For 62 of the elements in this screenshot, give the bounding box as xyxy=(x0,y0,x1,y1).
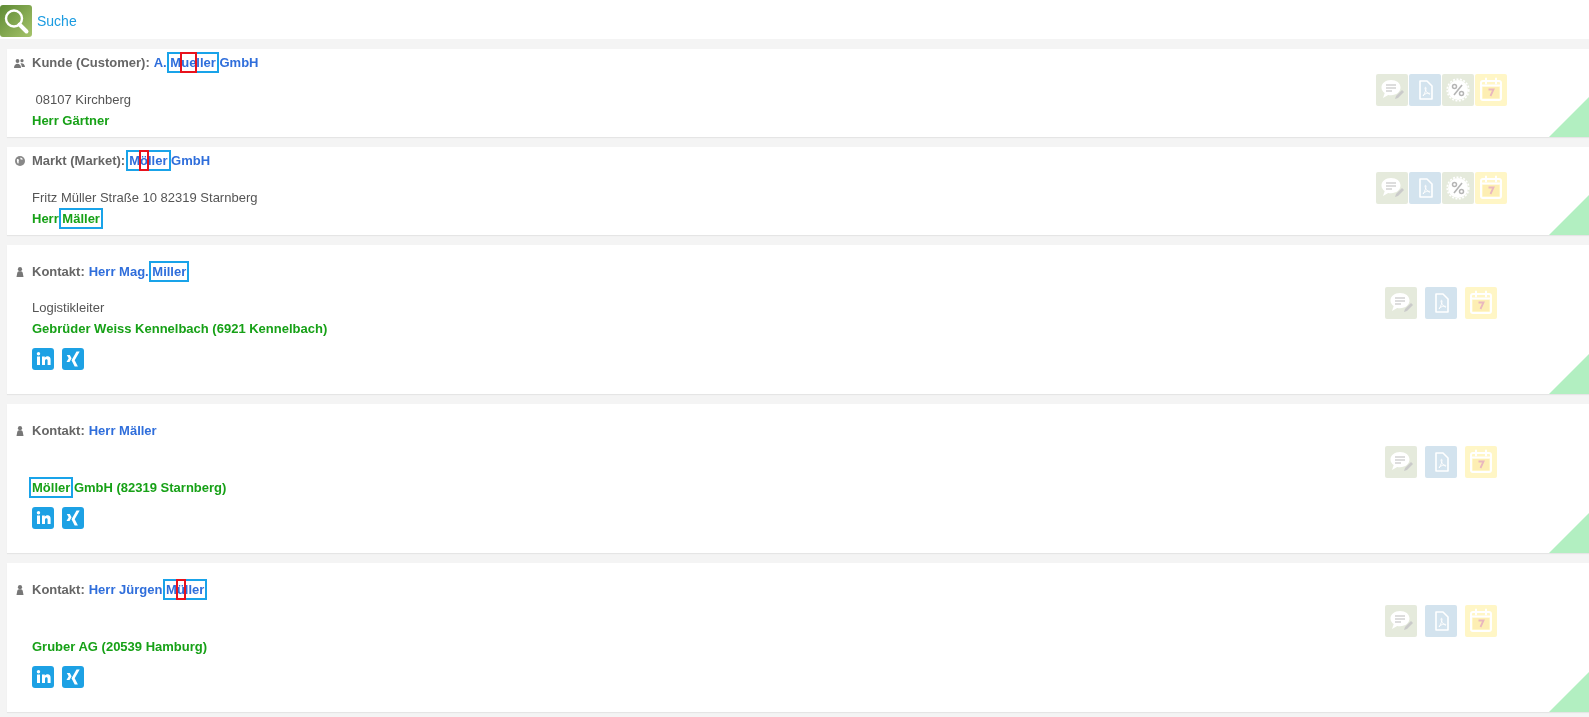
address-text: Fritz Müller Straße 10 82319 Starnberg xyxy=(32,189,259,207)
company-link[interactable]: Gruber AG (20539 Hamburg) xyxy=(32,639,208,654)
corner-triangle xyxy=(1549,354,1589,394)
speech-bubble-icon[interactable] xyxy=(1375,74,1408,106)
linkedin-icon[interactable] xyxy=(32,507,54,529)
company-link[interactable]: Möller GmbH (82319 Starnberg) xyxy=(32,480,227,495)
type-label: Markt (Market): xyxy=(32,152,126,171)
type-label: Kontakt: xyxy=(32,422,85,441)
market-name-link[interactable]: Möller GmbH xyxy=(129,153,211,169)
person-icon xyxy=(15,267,24,277)
mismatch-highlight xyxy=(139,150,149,172)
document-icon[interactable] xyxy=(1425,446,1457,478)
contact-person-link[interactable]: Herr Mäller xyxy=(32,211,100,226)
corner-triangle xyxy=(1549,672,1589,712)
document-icon[interactable] xyxy=(1408,172,1441,204)
document-icon[interactable] xyxy=(1425,287,1457,319)
speech-bubble-icon[interactable] xyxy=(1385,605,1417,637)
percent-icon[interactable] xyxy=(1441,172,1474,204)
calendar-icon[interactable] xyxy=(1465,446,1497,478)
calendar-icon[interactable] xyxy=(1474,172,1507,204)
xing-icon[interactable] xyxy=(62,348,84,370)
linkedin-icon[interactable] xyxy=(32,348,54,370)
company-link[interactable]: Gebrüder Weiss Kennelbach (6921 Kennelbach) xyxy=(32,321,328,336)
calendar-icon[interactable] xyxy=(1465,287,1497,319)
corner-triangle xyxy=(1549,97,1589,137)
contact-name-link[interactable]: Herr Jürgen Müller xyxy=(88,582,205,598)
match-highlight xyxy=(29,477,74,498)
speech-bubble-icon[interactable] xyxy=(1385,446,1417,478)
mismatch-highlight xyxy=(175,579,186,601)
type-label: Kontakt: xyxy=(32,263,85,282)
address-text: 08107 Kirchberg xyxy=(34,91,132,109)
calendar-icon[interactable] xyxy=(1465,605,1497,637)
job-title-text: Logistikleiter xyxy=(32,299,106,317)
contact-name-link[interactable]: Herr Mäller xyxy=(88,423,157,439)
corner-triangle xyxy=(1549,195,1589,235)
xing-icon[interactable] xyxy=(62,666,84,688)
speech-bubble-icon[interactable] xyxy=(1375,172,1408,204)
match-highlight xyxy=(163,579,208,601)
customer-name-link[interactable]: A. Mueller GmbH xyxy=(153,55,259,71)
type-label: Kunde (Customer): xyxy=(32,54,150,73)
document-icon[interactable] xyxy=(1425,605,1457,637)
calendar-icon[interactable] xyxy=(1474,74,1507,106)
search-icon[interactable] xyxy=(0,4,32,37)
corner-triangle xyxy=(1549,513,1589,553)
person-icon xyxy=(15,426,24,436)
search-link[interactable]: Suche xyxy=(37,4,77,37)
linkedin-icon[interactable] xyxy=(32,666,54,688)
speech-bubble-icon[interactable] xyxy=(1385,287,1417,319)
contact-name-link[interactable]: Herr Mag. Miller xyxy=(88,264,187,280)
mismatch-highlight xyxy=(180,52,198,74)
percent-icon[interactable] xyxy=(1441,74,1474,106)
contact-person-link[interactable]: Herr Gärtner xyxy=(32,113,110,128)
xing-icon[interactable] xyxy=(62,507,84,529)
person-icon xyxy=(15,585,24,595)
match-highlight xyxy=(126,150,171,172)
document-icon[interactable] xyxy=(1408,74,1441,106)
match-highlight xyxy=(167,52,219,74)
match-highlight xyxy=(149,261,190,283)
match-highlight xyxy=(59,208,103,229)
people-icon xyxy=(14,58,25,68)
type-label: Kontakt: xyxy=(32,581,85,600)
globe-icon xyxy=(14,156,25,166)
